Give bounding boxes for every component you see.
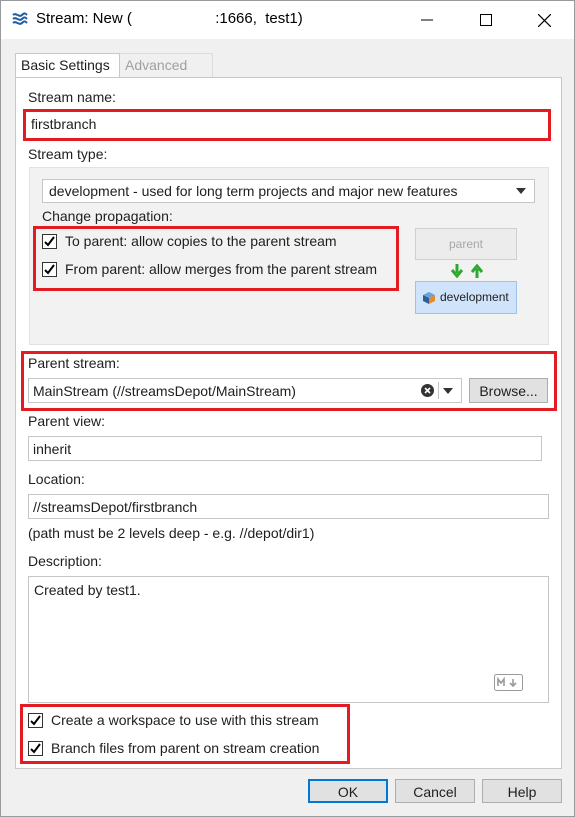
chevron-down-icon <box>516 188 526 194</box>
maximize-icon <box>480 14 492 26</box>
stream-type-select[interactable]: development - used for long term project… <box>42 179 535 203</box>
separator <box>438 382 439 399</box>
parent-stream-value: MainStream (//streamsDepot/MainStream) <box>33 383 296 399</box>
branch-files-checkbox[interactable] <box>28 741 43 756</box>
create-workspace-label: Create a workspace to use with this stre… <box>51 712 319 728</box>
cube-icon <box>423 292 435 304</box>
parent-stream-node: parent <box>415 228 517 260</box>
chevron-down-icon[interactable] <box>443 388 453 394</box>
close-icon <box>537 13 551 27</box>
create-workspace-checkbox[interactable] <box>28 713 43 728</box>
cancel-button-label: Cancel <box>413 784 457 800</box>
ok-button-label: OK <box>337 784 359 800</box>
clear-icon[interactable] <box>421 384 434 397</box>
parent-stream-label: Parent stream: <box>28 355 120 371</box>
description-textarea[interactable]: Created by test1. <box>28 576 549 703</box>
browse-button[interactable]: Browse... <box>469 378 548 403</box>
stream-dialog: Stream: New ( :1666, test1) Basic Settin… <box>0 0 575 817</box>
location-label: Location: <box>28 471 85 487</box>
tab-advanced[interactable]: Advanced <box>120 53 213 77</box>
tab-basic-settings[interactable]: Basic Settings <box>15 53 120 77</box>
stream-type-label: Stream type: <box>28 146 108 162</box>
description-value: Created by test1. <box>34 582 141 598</box>
parent-view-label: Parent view: <box>28 413 106 429</box>
close-button[interactable] <box>515 1 573 39</box>
checkmark-icon <box>30 715 41 726</box>
location-hint: (path must be 2 levels deep - e.g. //dep… <box>28 525 315 541</box>
from-parent-checkbox[interactable] <box>42 262 57 277</box>
to-parent-label: To parent: allow copies to the parent st… <box>65 233 337 249</box>
description-label: Description: <box>28 553 102 569</box>
propagation-arrows-icon <box>450 263 484 279</box>
development-stream-node: development <box>415 281 517 314</box>
branch-files-label: Branch files from parent on stream creat… <box>51 740 320 756</box>
checkmark-icon <box>44 264 55 275</box>
browse-button-label: Browse... <box>479 383 538 399</box>
maximize-button[interactable] <box>457 1 515 39</box>
from-parent-label: From parent: allow merges from the paren… <box>65 261 378 277</box>
checkmark-icon <box>30 743 41 754</box>
parent-stream-input[interactable]: MainStream (//streamsDepot/MainStream) <box>28 378 462 403</box>
window-title: Stream: New ( :1666, test1) <box>36 10 303 27</box>
stream-type-value: development - used for long term project… <box>49 183 458 199</box>
checkmark-icon <box>44 236 55 247</box>
stream-name-input[interactable]: firstbranch <box>27 113 547 137</box>
help-button-label: Help <box>507 784 537 800</box>
stream-name-label: Stream name: <box>28 89 116 105</box>
stream-app-icon <box>12 12 28 25</box>
minimize-button[interactable] <box>398 1 456 39</box>
minimize-icon <box>421 19 433 21</box>
parent-view-input[interactable]: inherit <box>28 436 542 461</box>
ok-button[interactable]: OK <box>308 779 388 803</box>
markdown-icon[interactable] <box>494 674 523 691</box>
cancel-button[interactable]: Cancel <box>395 779 475 803</box>
title-bar: Stream: New ( :1666, test1) <box>1 1 574 39</box>
change-propagation-label: Change propagation: <box>42 208 173 224</box>
development-node-label: development <box>440 290 509 304</box>
to-parent-checkbox[interactable] <box>42 234 57 249</box>
help-button[interactable]: Help <box>482 779 562 803</box>
location-input[interactable]: //streamsDepot/firstbranch <box>28 494 549 519</box>
